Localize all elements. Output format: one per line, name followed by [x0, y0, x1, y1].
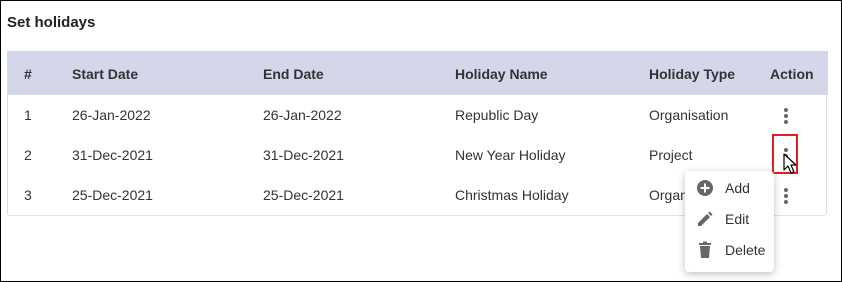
- cell-end-date: 31-Dec-2021: [263, 147, 344, 163]
- menu-item-label: Add: [725, 180, 750, 196]
- page-title: Set holidays: [7, 14, 96, 31]
- trash-icon: [696, 241, 714, 259]
- cell-num: 2: [24, 147, 32, 163]
- cell-num: 1: [24, 107, 32, 123]
- menu-item-delete[interactable]: Delete: [685, 236, 774, 264]
- menu-item-label: Edit: [725, 211, 750, 227]
- table-row[interactable]: 2 31-Dec-2021 31-Dec-2021 New Year Holid…: [8, 135, 826, 176]
- cell-holiday-type: Organisation: [649, 107, 729, 123]
- table-row[interactable]: 1 26-Jan-2022 26-Jan-2022 Republic Day O…: [8, 95, 826, 136]
- cell-holiday-name: New Year Holiday: [455, 147, 566, 163]
- cell-end-date: 26-Jan-2022: [263, 107, 342, 123]
- header-holiday-type[interactable]: Holiday Type: [649, 66, 735, 82]
- cell-start-date: 31-Dec-2021: [72, 147, 153, 163]
- table-header: # Start Date End Date Holiday Name Holid…: [8, 51, 828, 95]
- header-action: Action: [770, 66, 814, 82]
- holidays-panel: Set holidays # Start Date End Date Holid…: [0, 0, 842, 282]
- cell-holiday-type: Organ: [649, 187, 688, 203]
- menu-item-label: Delete: [725, 242, 766, 258]
- cell-start-date: 25-Dec-2021: [72, 187, 153, 203]
- header-num: #: [24, 66, 32, 82]
- menu-item-add[interactable]: Add: [685, 174, 774, 202]
- header-end-date[interactable]: End Date: [263, 66, 324, 82]
- cell-end-date: 25-Dec-2021: [263, 187, 344, 203]
- pencil-icon: [696, 210, 714, 228]
- cell-holiday-type: Project: [649, 147, 693, 163]
- more-vertical-icon[interactable]: [779, 107, 793, 125]
- cell-holiday-name: Republic Day: [455, 107, 539, 123]
- row-action-menu: Add Edit Delete: [685, 171, 774, 272]
- header-holiday-name[interactable]: Holiday Name: [455, 66, 548, 82]
- more-vertical-icon[interactable]: [779, 187, 793, 205]
- add-circle-icon: [696, 179, 714, 197]
- mouse-pointer-icon: [783, 153, 797, 175]
- cell-holiday-name: Christmas Holiday: [455, 187, 569, 203]
- header-start-date[interactable]: Start Date: [72, 66, 138, 82]
- cell-num: 3: [24, 187, 32, 203]
- menu-item-edit[interactable]: Edit: [685, 205, 774, 233]
- cell-start-date: 26-Jan-2022: [72, 107, 151, 123]
